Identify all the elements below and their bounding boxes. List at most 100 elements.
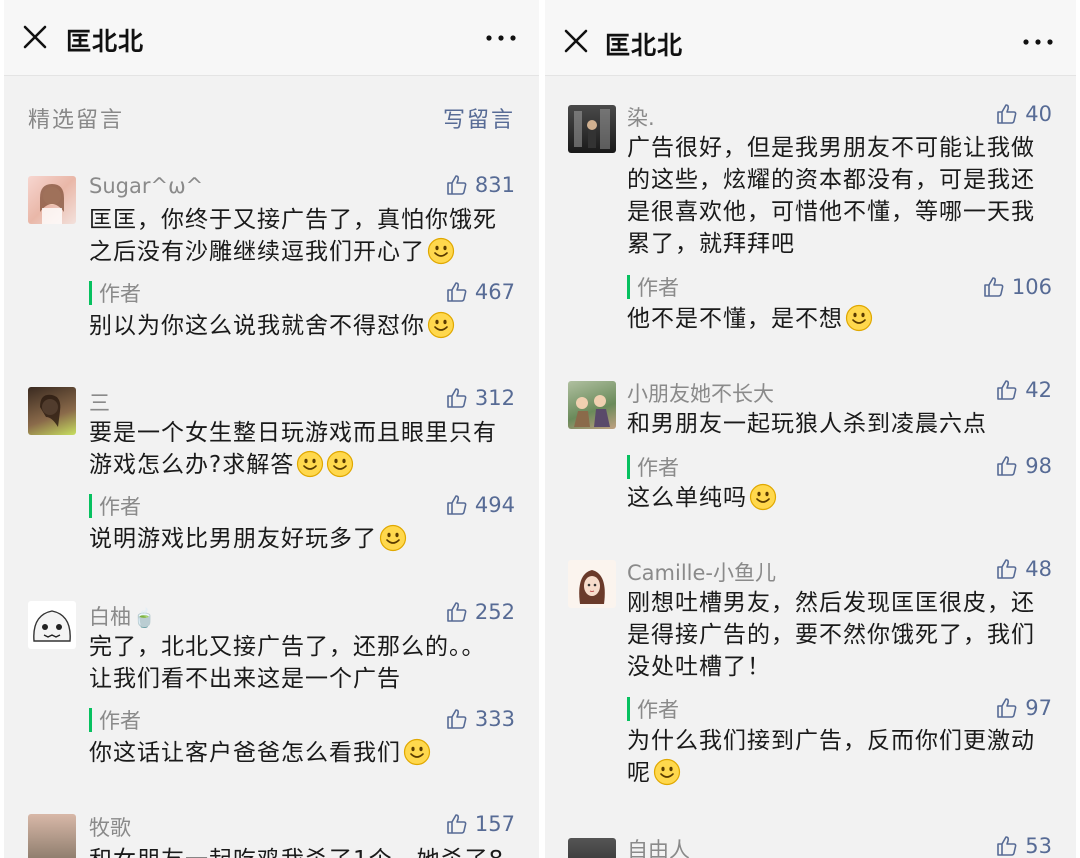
author-reply-marker: [627, 697, 630, 721]
comment-item: 白柚 🍵 252 完了，北北又接广告了，还那么的。。让我们看不出来这是一个广告 作…: [4, 597, 539, 797]
reply-like-button[interactable]: 467: [445, 280, 515, 304]
author-label: 作者: [99, 282, 141, 306]
reply-like-button[interactable]: 333: [445, 707, 515, 731]
like-count: 42: [1025, 378, 1052, 402]
thumbs-up-icon: [447, 175, 467, 195]
like-button[interactable]: 252: [445, 600, 515, 624]
like-count: 252: [474, 600, 515, 624]
page-title: 匡北北: [66, 27, 145, 56]
author-reply-marker: [89, 281, 92, 305]
tea-cup-icon: 🍵: [133, 608, 156, 629]
thumbs-up-icon: [447, 602, 467, 622]
write-comment-link[interactable]: 写留言: [443, 102, 515, 134]
comment-text: 匡匡，你终于又接广告了，真怕你饿死之后没有沙雕继续逗我们开心了: [89, 204, 509, 268]
comment-text: 完了，北北又接广告了，还那么的。。让我们看不出来这是一个广告: [89, 634, 486, 692]
author-label: 作者: [637, 698, 679, 722]
close-icon[interactable]: [22, 24, 48, 50]
reply-like-button[interactable]: 97: [995, 696, 1052, 720]
like-count: 312: [474, 386, 515, 410]
avatar[interactable]: [568, 560, 616, 608]
smile-emoji-icon: [427, 237, 455, 265]
reply-like-button[interactable]: 494: [445, 493, 515, 517]
like-button[interactable]: 312: [445, 386, 515, 410]
close-icon[interactable]: [563, 28, 589, 54]
author-label: 作者: [99, 709, 141, 733]
comment-nickname[interactable]: 染.: [627, 102, 655, 132]
like-count: 106: [1011, 275, 1052, 299]
comment-item: 自由人 53: [545, 834, 1076, 858]
smile-emoji-icon: [427, 311, 455, 339]
left-panel: 匡北北 精选留言 写留言 Sugar^ω^ 831 匡匡，你终于又接广告了，真怕…: [4, 0, 539, 858]
comment-nickname[interactable]: 小朋友她不长大: [627, 378, 774, 408]
like-count: 53: [1025, 834, 1052, 858]
thumbs-up-icon: [447, 495, 467, 515]
comment-nickname[interactable]: 白柚 🍵: [89, 601, 155, 631]
author-reply-marker: [89, 708, 92, 732]
avatar[interactable]: [568, 381, 616, 429]
nickname-text: 白柚: [89, 605, 131, 629]
thumbs-up-icon: [984, 277, 1004, 297]
like-button[interactable]: 40: [995, 102, 1052, 126]
author-label: 作者: [637, 456, 679, 480]
more-icon[interactable]: [1022, 32, 1054, 52]
like-count: 97: [1025, 696, 1052, 720]
thumbs-up-icon: [447, 709, 467, 729]
avatar[interactable]: [28, 176, 76, 224]
like-button[interactable]: 48: [995, 557, 1052, 581]
reply-like-button[interactable]: 106: [982, 275, 1052, 299]
more-icon[interactable]: [485, 28, 517, 48]
reply-text-content: 这么单纯吗: [627, 485, 747, 511]
avatar[interactable]: [28, 601, 76, 649]
like-button[interactable]: 831: [445, 173, 515, 197]
author-reply-text: 他不是不懂，是不想: [627, 303, 1046, 335]
like-count: 467: [474, 280, 515, 304]
avatar[interactable]: [28, 814, 76, 858]
avatar[interactable]: [568, 105, 616, 153]
smile-emoji-icon: [653, 758, 681, 786]
thumbs-up-icon: [997, 836, 1017, 856]
reply-text-content: 你这话让客户爸爸怎么看我们: [89, 740, 401, 766]
thumbs-up-icon: [997, 698, 1017, 718]
avatar[interactable]: [28, 387, 76, 435]
reply-text-content: 他不是不懂，是不想: [627, 306, 843, 332]
comment-text: 和女朋友一起吃鸡我杀了1个，她杀了8: [89, 844, 509, 858]
thumbs-up-icon: [997, 380, 1017, 400]
like-button[interactable]: 42: [995, 378, 1052, 402]
comment-nickname[interactable]: Camille-小鱼儿: [627, 557, 776, 587]
section-label: 精选留言: [28, 108, 125, 133]
author-reply-marker: [627, 455, 630, 479]
comment-nickname[interactable]: Sugar^ω^: [89, 174, 203, 198]
smile-emoji-icon: [845, 304, 873, 332]
comment-nickname[interactable]: 牧歌: [89, 812, 131, 842]
like-button[interactable]: 53: [995, 834, 1052, 858]
reply-text-content: 说明游戏比男朋友好玩多了: [89, 526, 377, 552]
section-header: 精选留言 写留言: [4, 76, 539, 156]
like-count: 157: [474, 812, 515, 836]
thumbs-up-icon: [997, 456, 1017, 476]
like-count: 333: [474, 707, 515, 731]
reply-text-content: 别以为你这么说我就舍不得怼你: [89, 313, 425, 339]
comment-item: Sugar^ω^ 831 匡匡，你终于又接广告了，真怕你饿死之后没有沙雕继续逗我…: [4, 170, 539, 370]
thumbs-up-icon: [447, 282, 467, 302]
comment-item: Camille-小鱼儿 48 刚想吐槽男友，然后发现匡匡很皮，还是得接广告的，要…: [545, 555, 1076, 805]
reply-like-button[interactable]: 98: [995, 454, 1052, 478]
like-count: 494: [474, 493, 515, 517]
nav-bar: 匡北北: [4, 0, 539, 76]
comment-nickname[interactable]: 三: [89, 387, 110, 417]
smile-emoji-icon: [403, 738, 431, 766]
like-count: 40: [1025, 102, 1052, 126]
smile-emoji-icon: [297, 450, 324, 478]
author-reply-marker: [89, 494, 92, 518]
avatar[interactable]: [568, 838, 616, 858]
author-reply-marker: [627, 275, 630, 299]
reply-text-content: 为什么我们接到广告，反而你们更激动呢: [627, 728, 1035, 786]
smile-emoji-icon: [379, 524, 407, 552]
smile-emoji-icon: [327, 450, 354, 478]
comment-text: 广告很好，但是我男朋友不可能让我做的这些，炫耀的资本都没有，可是我还是很喜欢他，…: [627, 135, 1035, 257]
nav-bar: 匡北北: [545, 0, 1076, 76]
author-reply-text: 这么单纯吗: [627, 482, 1046, 514]
like-button[interactable]: 157: [445, 812, 515, 836]
comment-nickname[interactable]: 自由人: [627, 834, 690, 858]
thumbs-up-icon: [997, 559, 1017, 579]
like-count: 98: [1025, 454, 1052, 478]
